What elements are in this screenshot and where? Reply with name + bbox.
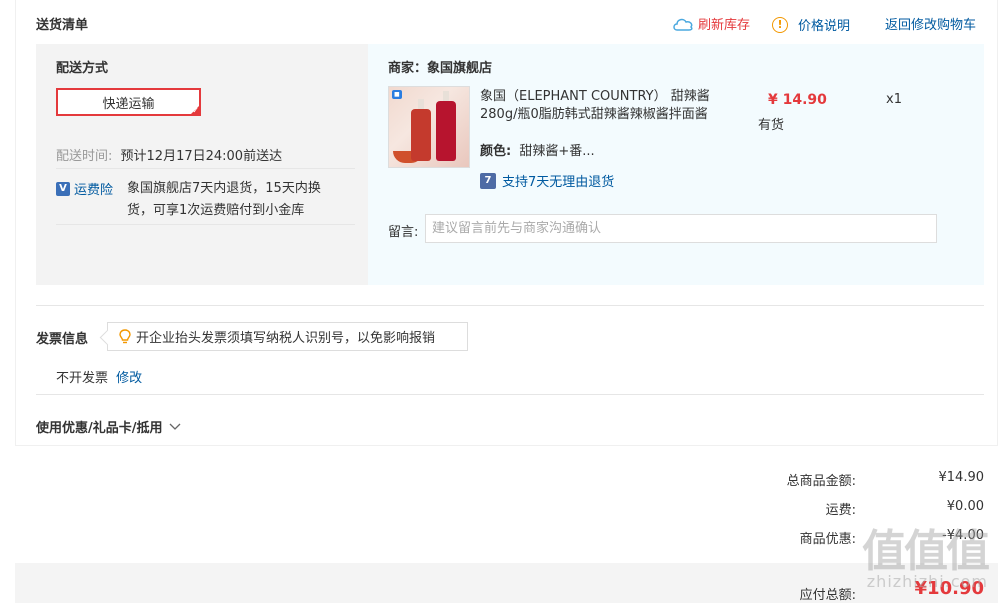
stock-status: 有货 [758, 118, 785, 133]
invoice-title: 发票信息 [36, 332, 89, 347]
freight-insurance-desc-line1: 象国旗舰店7天内退货，15天内换 [127, 181, 321, 196]
freight-insurance-desc-line2: 货，可享1次运费赔付到小金库 [127, 203, 305, 218]
bottle-icon [436, 91, 456, 161]
refresh-stock-link[interactable]: 刷新库存 [672, 14, 750, 33]
product-name-line2: 280g/瓶0脂肪韩式甜辣酱辣椒酱拌面酱 [480, 107, 708, 122]
coupon-toggle[interactable]: 使用优惠/礼品卡/抵用 [36, 417, 181, 436]
delivery-time-label: 配送时间: [56, 149, 113, 164]
product-color-value: 甜辣酱+番... [519, 144, 595, 159]
coupon-title: 使用优惠/礼品卡/抵用 [36, 421, 163, 436]
divider [36, 305, 984, 306]
freight-label: 运费: [825, 503, 856, 518]
back-to-cart-link[interactable]: 返回修改购物车 [885, 14, 976, 33]
price-note-label: 价格说明 [798, 19, 851, 34]
remark-input[interactable] [425, 214, 937, 243]
invoice-edit-link[interactable]: 修改 [116, 371, 142, 386]
shipping-panel [36, 44, 368, 285]
cloud-refresh-icon [673, 18, 693, 31]
check-icon: ✓ [192, 106, 199, 115]
invoice-status: 不开发票 [56, 371, 109, 386]
product-color-row: 颜色: 甜辣酱+番... [480, 140, 595, 159]
discount-label: 商品优惠: [799, 532, 856, 547]
invoice-status-row: 不开发票 修改 [56, 367, 142, 386]
product-image-badge-icon: ■ [392, 90, 402, 99]
freight-insurance-desc: 象国旗舰店7天内退货，15天内换 货，可享1次运费赔付到小金库 [127, 178, 321, 222]
return-policy-link[interactable]: 7 支持7天无理由退货 [480, 171, 614, 190]
divider [56, 168, 355, 169]
refresh-stock-label: 刷新库存 [698, 18, 751, 33]
product-color-label: 颜色: [480, 144, 512, 159]
product-price: ¥ 14.90 [768, 92, 827, 108]
divider [36, 394, 984, 395]
delivery-list-title: 送货清单 [36, 18, 89, 33]
store-name: 商家：象国旗舰店 [388, 61, 493, 76]
invoice-tip-text: 开企业抬头发票须填写纳税人识别号，以免影响报销 [136, 331, 436, 346]
chevron-down-icon [169, 423, 180, 430]
watermark-site: zhizhizhi.com [866, 572, 988, 591]
goods-total-label: 总商品金额: [786, 474, 856, 489]
goods-total-value: ¥14.90 [938, 470, 985, 485]
freight-insurance-label: 运费险 [74, 183, 114, 198]
price-note-link[interactable]: ! 价格说明 [772, 15, 850, 34]
product-name-link[interactable]: 象国（ELEPHANT COUNTRY） 甜辣酱 280g/瓶0脂肪韩式甜辣酱辣… [480, 88, 710, 124]
invoice-tip: 开企业抬头发票须填写纳税人识别号，以免影响报销 [107, 322, 468, 351]
product-name-line1: 象国（ELEPHANT COUNTRY） 甜辣酱 [480, 89, 710, 104]
express-shipping-option[interactable]: 快递运输 ✓ [56, 88, 201, 116]
return-7day-icon: 7 [480, 172, 496, 189]
payable-total-label: 应付总额: [799, 588, 856, 603]
product-image[interactable]: ■ [388, 86, 470, 168]
freight-value: ¥0.00 [946, 499, 984, 514]
bottle-icon [411, 99, 431, 161]
remark-label: 留言: [388, 225, 419, 240]
freight-insurance-link[interactable]: V 运费险 [56, 179, 113, 198]
delivery-time-row: 配送时间: 预计12月17日24:00前送达 [56, 145, 282, 164]
divider [56, 224, 355, 225]
shipping-method-label: 配送方式 [56, 61, 109, 76]
delivery-time-value: 预计12月17日24:00前送达 [120, 149, 283, 164]
shield-icon: V [56, 181, 70, 196]
return-policy-label: 支持7天无理由退货 [502, 175, 615, 190]
product-quantity: x1 [886, 92, 902, 107]
lightbulb-icon [119, 328, 131, 343]
warning-icon: ! [772, 16, 788, 33]
watermark-logo: 值值值 [862, 526, 990, 577]
express-shipping-label: 快递运输 [102, 96, 155, 112]
